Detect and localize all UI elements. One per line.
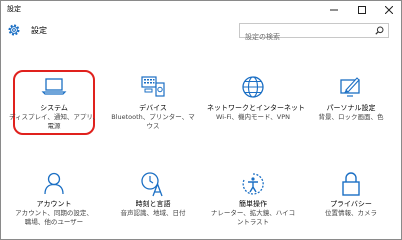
tile-label: パーソナル設定	[326, 104, 376, 112]
page-title: 設定	[31, 26, 47, 35]
settings-header: 設定	[1, 18, 401, 44]
title-bar: 設定	[1, 1, 401, 18]
tile-devices[interactable]: デバイス Bluetooth、プリンター、マ ウス	[107, 75, 199, 143]
tile-description: アカウント、同期の設定、 職場、他のユーザー	[8, 209, 100, 227]
tile-label: ネットワークとインターネット	[207, 104, 305, 112]
tile-description-line: ントラスト	[236, 218, 270, 226]
lock-icon	[305, 171, 397, 199]
tile-personalization[interactable]: パーソナル設定 背景、ロック画面、色	[305, 75, 397, 143]
tile-label: 簡単操作	[239, 200, 267, 208]
tile-description-line: ディスプレイ、通知、アプリ、	[8, 113, 100, 121]
tile-ease-of-access[interactable]: 簡単操作 ナレーター、拡大鏡、ハイコ ントラスト	[207, 171, 299, 239]
tile-description-line: アカウント、同期の設定、	[15, 209, 93, 217]
close-button[interactable]	[378, 1, 400, 18]
minimize-icon	[330, 9, 338, 10]
minimize-button[interactable]	[323, 1, 345, 18]
tile-label: 時刻と言語	[135, 200, 171, 208]
tile-description: Bluetooth、プリンター、マ ウス	[107, 113, 199, 131]
tile-label: アカウント	[36, 200, 72, 208]
devices-icon	[107, 75, 199, 103]
tile-network[interactable]: ネットワークとインターネット Wi-Fi、機内モード、VPN	[207, 75, 305, 143]
maximize-icon	[358, 5, 366, 14]
tile-description: ナレーター、拡大鏡、ハイコ ントラスト	[207, 209, 299, 227]
gear-icon	[8, 24, 20, 36]
tile-description-line: ナレーター、拡大鏡、ハイコ	[210, 209, 296, 217]
tile-description: ディスプレイ、通知、アプリ、 電源	[8, 113, 100, 131]
tile-description-line: 位置情報、カメラ	[325, 209, 377, 217]
tile-system[interactable]: システム ディスプレイ、通知、アプリ、 電源	[8, 75, 100, 143]
tile-description: 音声認識、地域、日付	[107, 209, 199, 218]
tile-description: 背景、ロック画面、色	[305, 113, 397, 122]
tile-description-line: 職場、他のユーザー	[24, 218, 84, 226]
tile-label: デバイス	[139, 104, 167, 112]
tile-description-line: 電源	[47, 122, 61, 130]
personalization-icon	[305, 75, 397, 103]
tile-accounts[interactable]: アカウント アカウント、同期の設定、 職場、他のユーザー	[8, 171, 100, 239]
tile-description-line: Bluetooth、プリンター、マ	[111, 113, 195, 121]
settings-window: 設定 設定 設定の検索 システム ディスプレイ、通知、アプリ、 電源 デバイス …	[0, 0, 402, 240]
window-title: 設定	[7, 5, 21, 13]
tile-description-line: ウス	[146, 122, 160, 130]
tile-description-line: Wi-Fi、機内モード、VPN	[216, 113, 290, 121]
tile-description: Wi-Fi、機内モード、VPN	[207, 113, 299, 122]
maximize-button[interactable]	[351, 1, 373, 18]
time-language-icon	[107, 171, 199, 199]
laptop-icon	[8, 75, 100, 103]
search-box[interactable]	[239, 23, 389, 44]
tile-time-language[interactable]: 時刻と言語 音声認識、地域、日付	[107, 171, 199, 239]
tile-label: システム	[40, 104, 68, 112]
close-icon	[385, 5, 393, 14]
tile-description-line: 背景、ロック画面、色	[318, 113, 384, 121]
tile-description: 位置情報、カメラ	[305, 209, 397, 218]
tile-label: プライバシー	[330, 200, 372, 208]
person-icon	[8, 171, 100, 199]
search-icon[interactable]	[375, 26, 384, 35]
tile-privacy[interactable]: プライバシー 位置情報、カメラ	[305, 171, 397, 239]
globe-icon	[207, 75, 299, 103]
search-input[interactable]	[240, 30, 369, 44]
tile-description-line: 音声認識、地域、日付	[120, 209, 186, 217]
ease-of-access-icon	[207, 171, 299, 199]
